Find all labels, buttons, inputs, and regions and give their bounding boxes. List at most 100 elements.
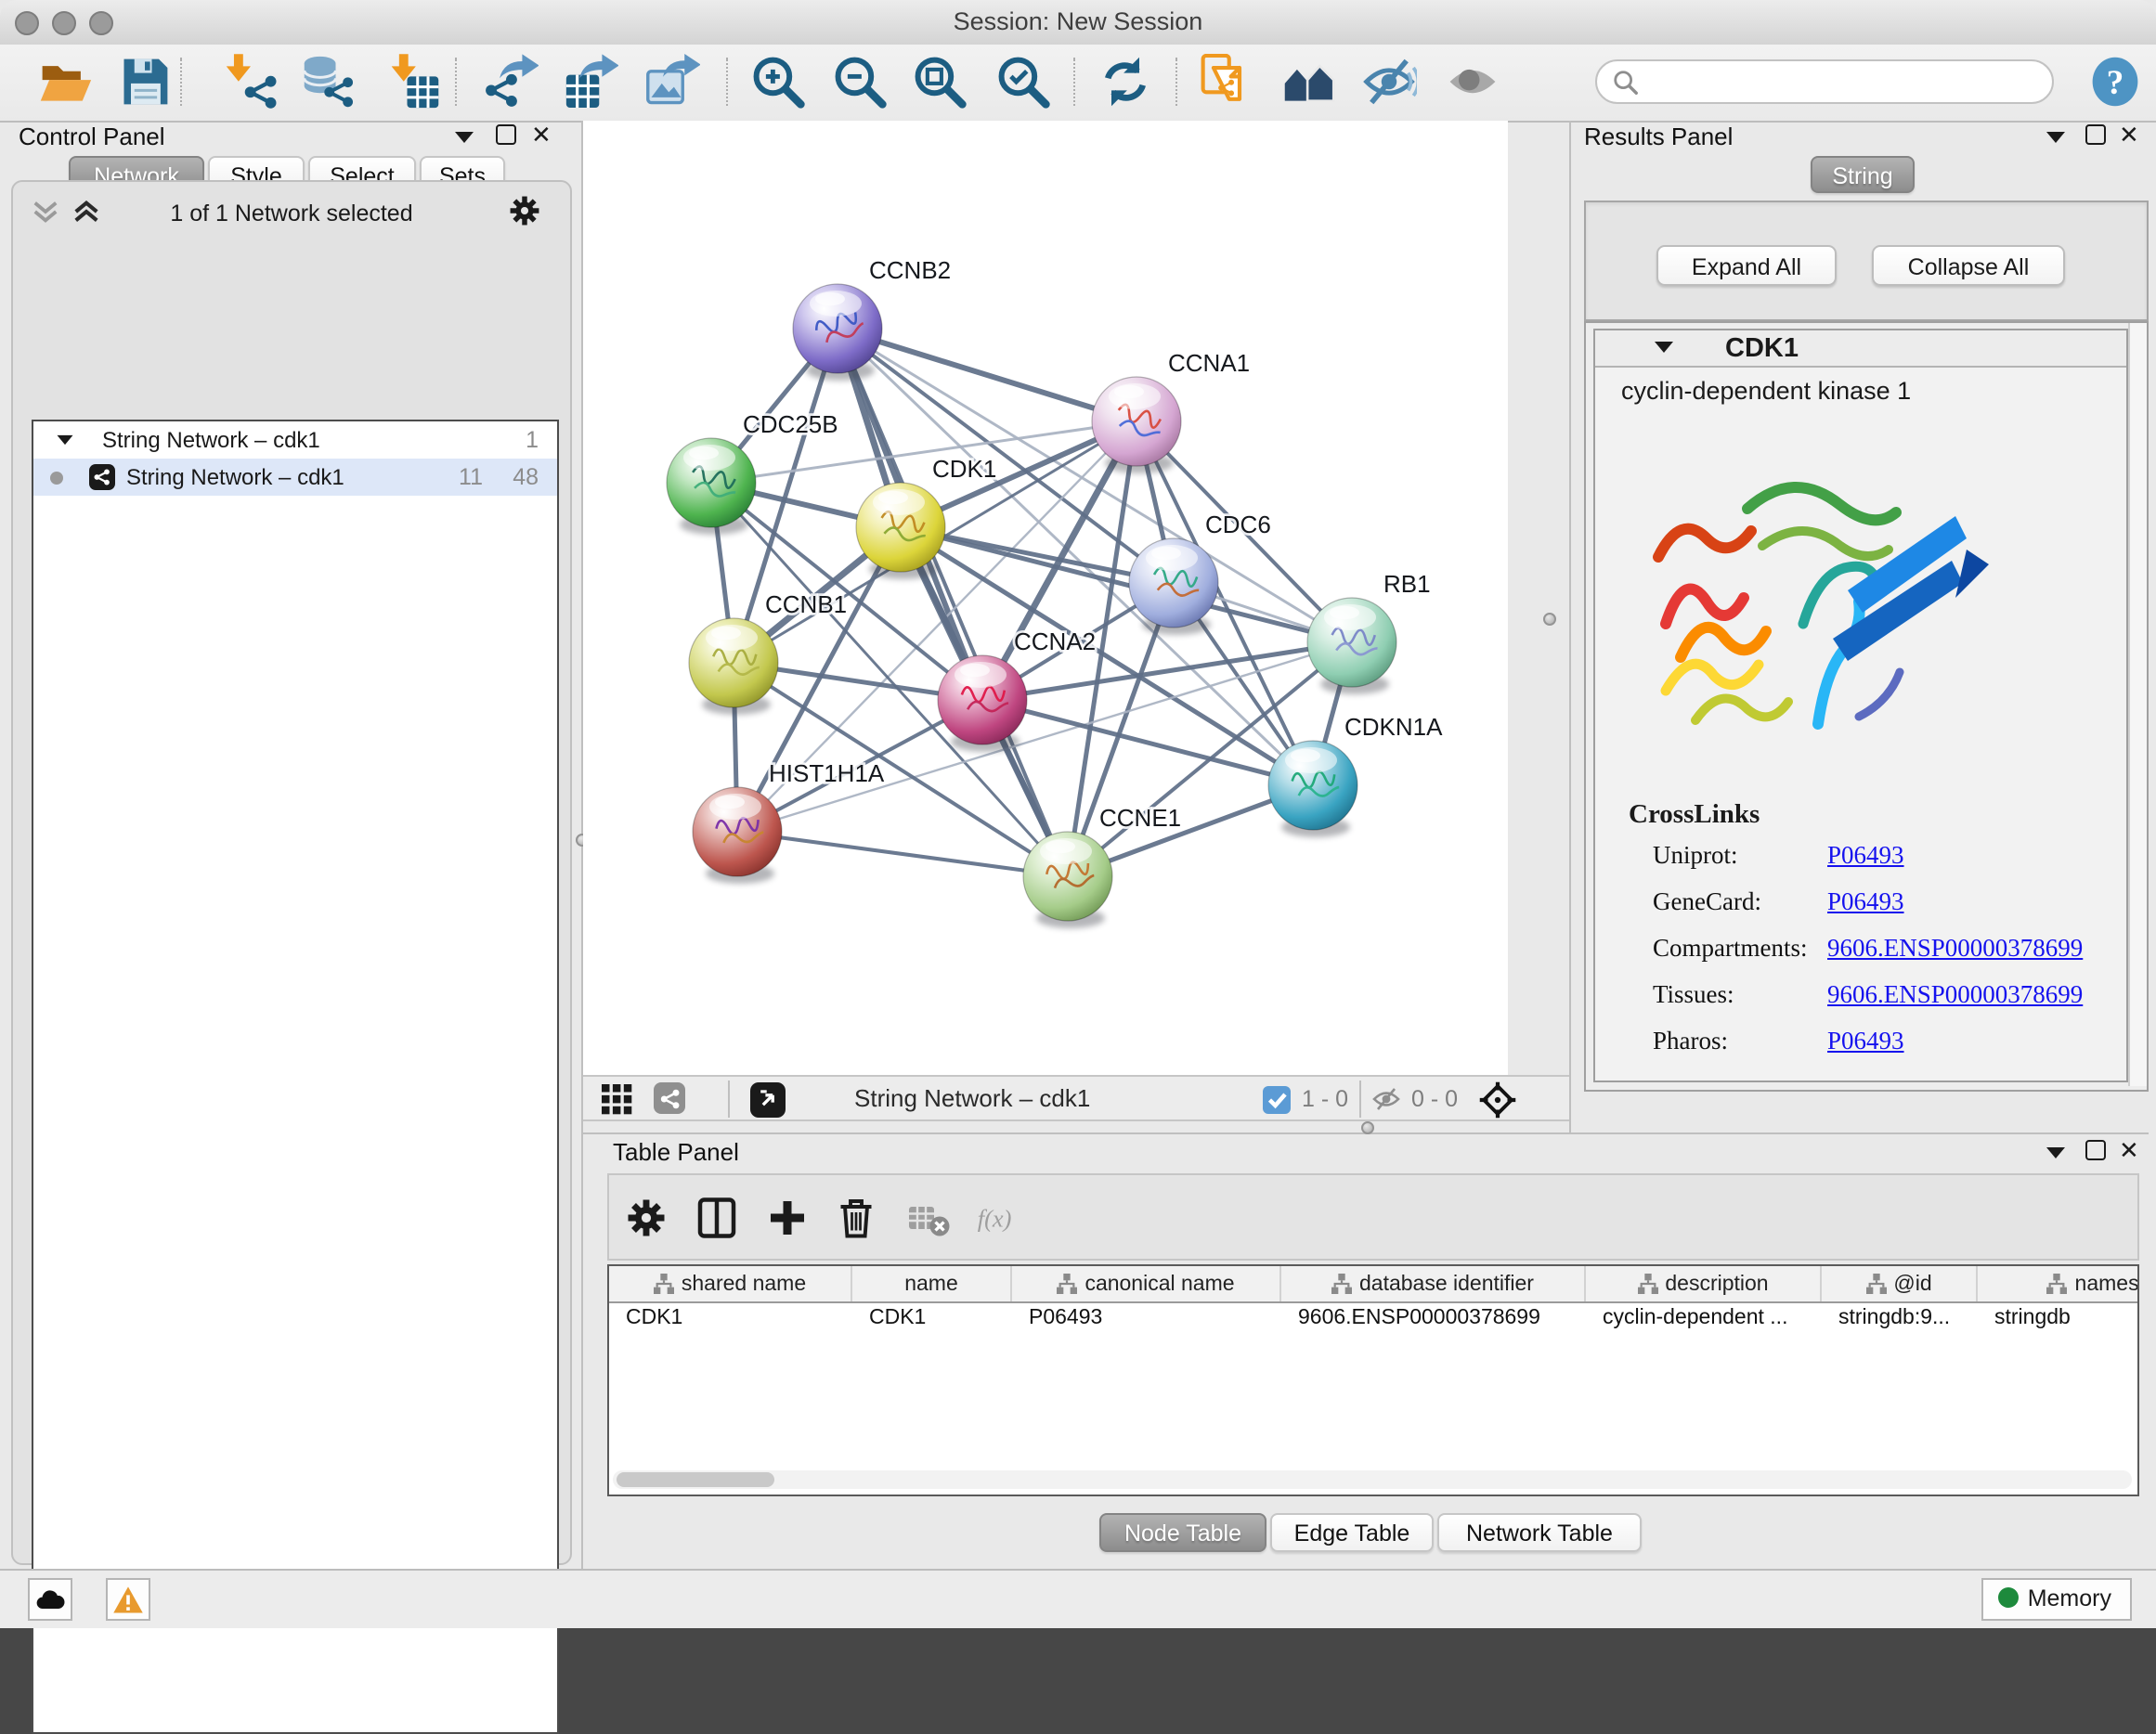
cell-1[interactable]: CDK1	[852, 1303, 1012, 1337]
open-session-icon[interactable]	[37, 54, 93, 110]
node-label-CCNE1: CCNE1	[1099, 804, 1181, 832]
maximize-panel-icon[interactable]	[2085, 1140, 2106, 1160]
cell-5[interactable]: stringdb:9...	[1822, 1303, 1978, 1337]
crosslink-link[interactable]: 9606.ENSP00000378699	[1827, 934, 2083, 964]
column-header-description[interactable]: description	[1586, 1266, 1822, 1301]
show-all-icon[interactable]	[1445, 54, 1500, 110]
network-row[interactable]: String Network – cdk1 11 48	[33, 459, 557, 496]
close-panel-icon[interactable]: ✕	[2119, 1140, 2139, 1162]
delete-column-icon[interactable]	[834, 1196, 878, 1240]
column-header-canonical-name[interactable]: canonical name	[1012, 1266, 1281, 1301]
network-node-RB1[interactable]: RB1	[1307, 570, 1431, 694]
results-panel-title: Results Panel	[1584, 123, 1733, 150]
network-collection-row[interactable]: String Network – cdk1 1	[33, 421, 557, 459]
cloud-status-button[interactable]	[28, 1578, 72, 1621]
table-horizontal-scrollbar[interactable]	[613, 1470, 2132, 1489]
export-image-icon[interactable]	[644, 54, 700, 110]
network-selection-status: 1 of 1 Network selected	[13, 201, 570, 226]
export-table-icon[interactable]	[563, 54, 618, 110]
tab-node-table[interactable]: Node Table	[1099, 1513, 1266, 1552]
clone-network-icon[interactable]	[1198, 54, 1253, 110]
network-node-CCNB1[interactable]: CCNB1	[689, 590, 847, 715]
selected-checkbox-icon[interactable]	[1263, 1085, 1291, 1113]
hide-selected-icon[interactable]	[1361, 54, 1417, 110]
column-header-shared-name[interactable]: shared name	[609, 1266, 852, 1301]
node-label-CCNA1: CCNA1	[1168, 349, 1250, 377]
crosslink-link[interactable]: P06493	[1827, 887, 1904, 917]
network-options-gear-icon[interactable]	[507, 193, 542, 228]
expand-all-button[interactable]: Expand All	[1656, 245, 1837, 286]
maximize-panel-icon[interactable]	[2085, 124, 2106, 145]
show-columns-icon[interactable]	[695, 1196, 739, 1240]
protein-card-header[interactable]: CDK1	[1595, 330, 2126, 368]
network-node-CDKN1A[interactable]: CDKN1A	[1268, 713, 1443, 837]
edge-CCNB2-CCNA1[interactable]	[838, 329, 1136, 421]
collapse-all-button[interactable]: Collapse All	[1872, 245, 2065, 286]
node-label-RB1: RB1	[1383, 570, 1431, 598]
column-type-icon	[2047, 1274, 2068, 1294]
tab-edge-table[interactable]: Edge Table	[1270, 1513, 1434, 1552]
table-row[interactable]: CDK1CDK1P064939606.ENSP00000378699cyclin…	[609, 1303, 2137, 1337]
memory-button[interactable]: Memory	[1981, 1578, 2132, 1621]
float-panel-icon[interactable]	[2046, 132, 2065, 143]
status-bar: Memory	[0, 1569, 2156, 1628]
column-header-database-identifier[interactable]: database identifier	[1281, 1266, 1586, 1301]
column-header-namespace[interactable]: namespace	[1978, 1266, 2139, 1301]
close-panel-icon[interactable]: ✕	[531, 124, 552, 147]
protein-name: CDK1	[1725, 334, 1799, 364]
first-neighbors-icon[interactable]	[1281, 54, 1337, 110]
refresh-icon[interactable]	[1097, 54, 1153, 110]
float-panel-icon[interactable]	[2046, 1147, 2065, 1158]
right-splitter[interactable]	[1569, 121, 1571, 1132]
column-header--id[interactable]: @id	[1822, 1266, 1978, 1301]
zoom-out-icon[interactable]	[832, 54, 888, 110]
grid-view-icon[interactable]	[602, 1084, 633, 1116]
import-network-file-icon[interactable]	[223, 54, 279, 110]
zoom-fit-icon[interactable]	[912, 54, 968, 110]
cell-2[interactable]: P06493	[1012, 1303, 1281, 1337]
crosslink-link[interactable]: 9606.ENSP00000378699	[1827, 980, 2083, 1010]
cell-0[interactable]: CDK1	[609, 1303, 852, 1337]
right-splitter-handle[interactable]	[1543, 613, 1556, 626]
detach-view-icon[interactable]	[750, 1081, 786, 1117]
function-builder-icon[interactable]: f(x)	[973, 1196, 1040, 1240]
zoom-selected-icon[interactable]	[995, 54, 1051, 110]
network-canvas[interactable]: CCNB2CCNA1CDC25BCDK1CDC6RB1CCNB1CCNA2CDK…	[583, 121, 1508, 1075]
close-panel-icon[interactable]: ✕	[2119, 124, 2139, 147]
toolbar-separator	[1073, 58, 1075, 106]
float-panel-icon[interactable]	[455, 132, 474, 143]
bottom-splitter-handle[interactable]	[1361, 1121, 1374, 1134]
import-network-database-icon[interactable]	[301, 54, 357, 110]
scrollbar-thumb[interactable]	[617, 1472, 774, 1487]
collapse-collection-icon[interactable]	[58, 435, 73, 445]
search-input[interactable]	[1649, 65, 2037, 102]
network-badge-icon[interactable]	[654, 1082, 685, 1114]
column-header-name[interactable]: name	[852, 1266, 1012, 1301]
birds-eye-view-icon[interactable]	[1478, 1080, 1517, 1119]
cell-6[interactable]: stringdb	[1978, 1303, 2139, 1337]
table-options-gear-icon[interactable]	[624, 1196, 669, 1240]
warnings-button[interactable]	[106, 1578, 150, 1621]
window-titlebar: Session: New Session	[0, 0, 2156, 46]
create-column-icon[interactable]	[765, 1196, 810, 1240]
tab-string[interactable]: String	[1811, 156, 1915, 193]
cell-4[interactable]: cyclin-dependent ...	[1586, 1303, 1822, 1337]
toolbar-separator	[1175, 58, 1177, 106]
delete-table-icon[interactable]	[906, 1196, 951, 1240]
crosslink-link[interactable]: P06493	[1827, 1027, 1904, 1056]
maximize-panel-icon[interactable]	[496, 124, 516, 145]
import-table-file-icon[interactable]	[386, 54, 442, 110]
crosslink-link[interactable]: P06493	[1827, 841, 1904, 871]
edge-CDK1-RB1[interactable]	[901, 527, 1352, 642]
save-session-icon[interactable]	[117, 54, 173, 110]
tab-network-table[interactable]: Network Table	[1437, 1513, 1642, 1552]
export-network-icon[interactable]	[483, 54, 539, 110]
network-node-HIST1H1A[interactable]: HIST1H1A	[693, 759, 885, 884]
collapse-section-icon[interactable]	[1655, 342, 1673, 353]
edge-HIST1H1A-CCNE1[interactable]	[737, 832, 1068, 876]
crosslink-label: Uniprot:	[1653, 841, 1738, 871]
help-icon[interactable]: ?	[2087, 54, 2143, 110]
zoom-in-icon[interactable]	[750, 54, 806, 110]
results-scrollbar[interactable]	[2128, 323, 2147, 1086]
cell-3[interactable]: 9606.ENSP00000378699	[1281, 1303, 1586, 1337]
